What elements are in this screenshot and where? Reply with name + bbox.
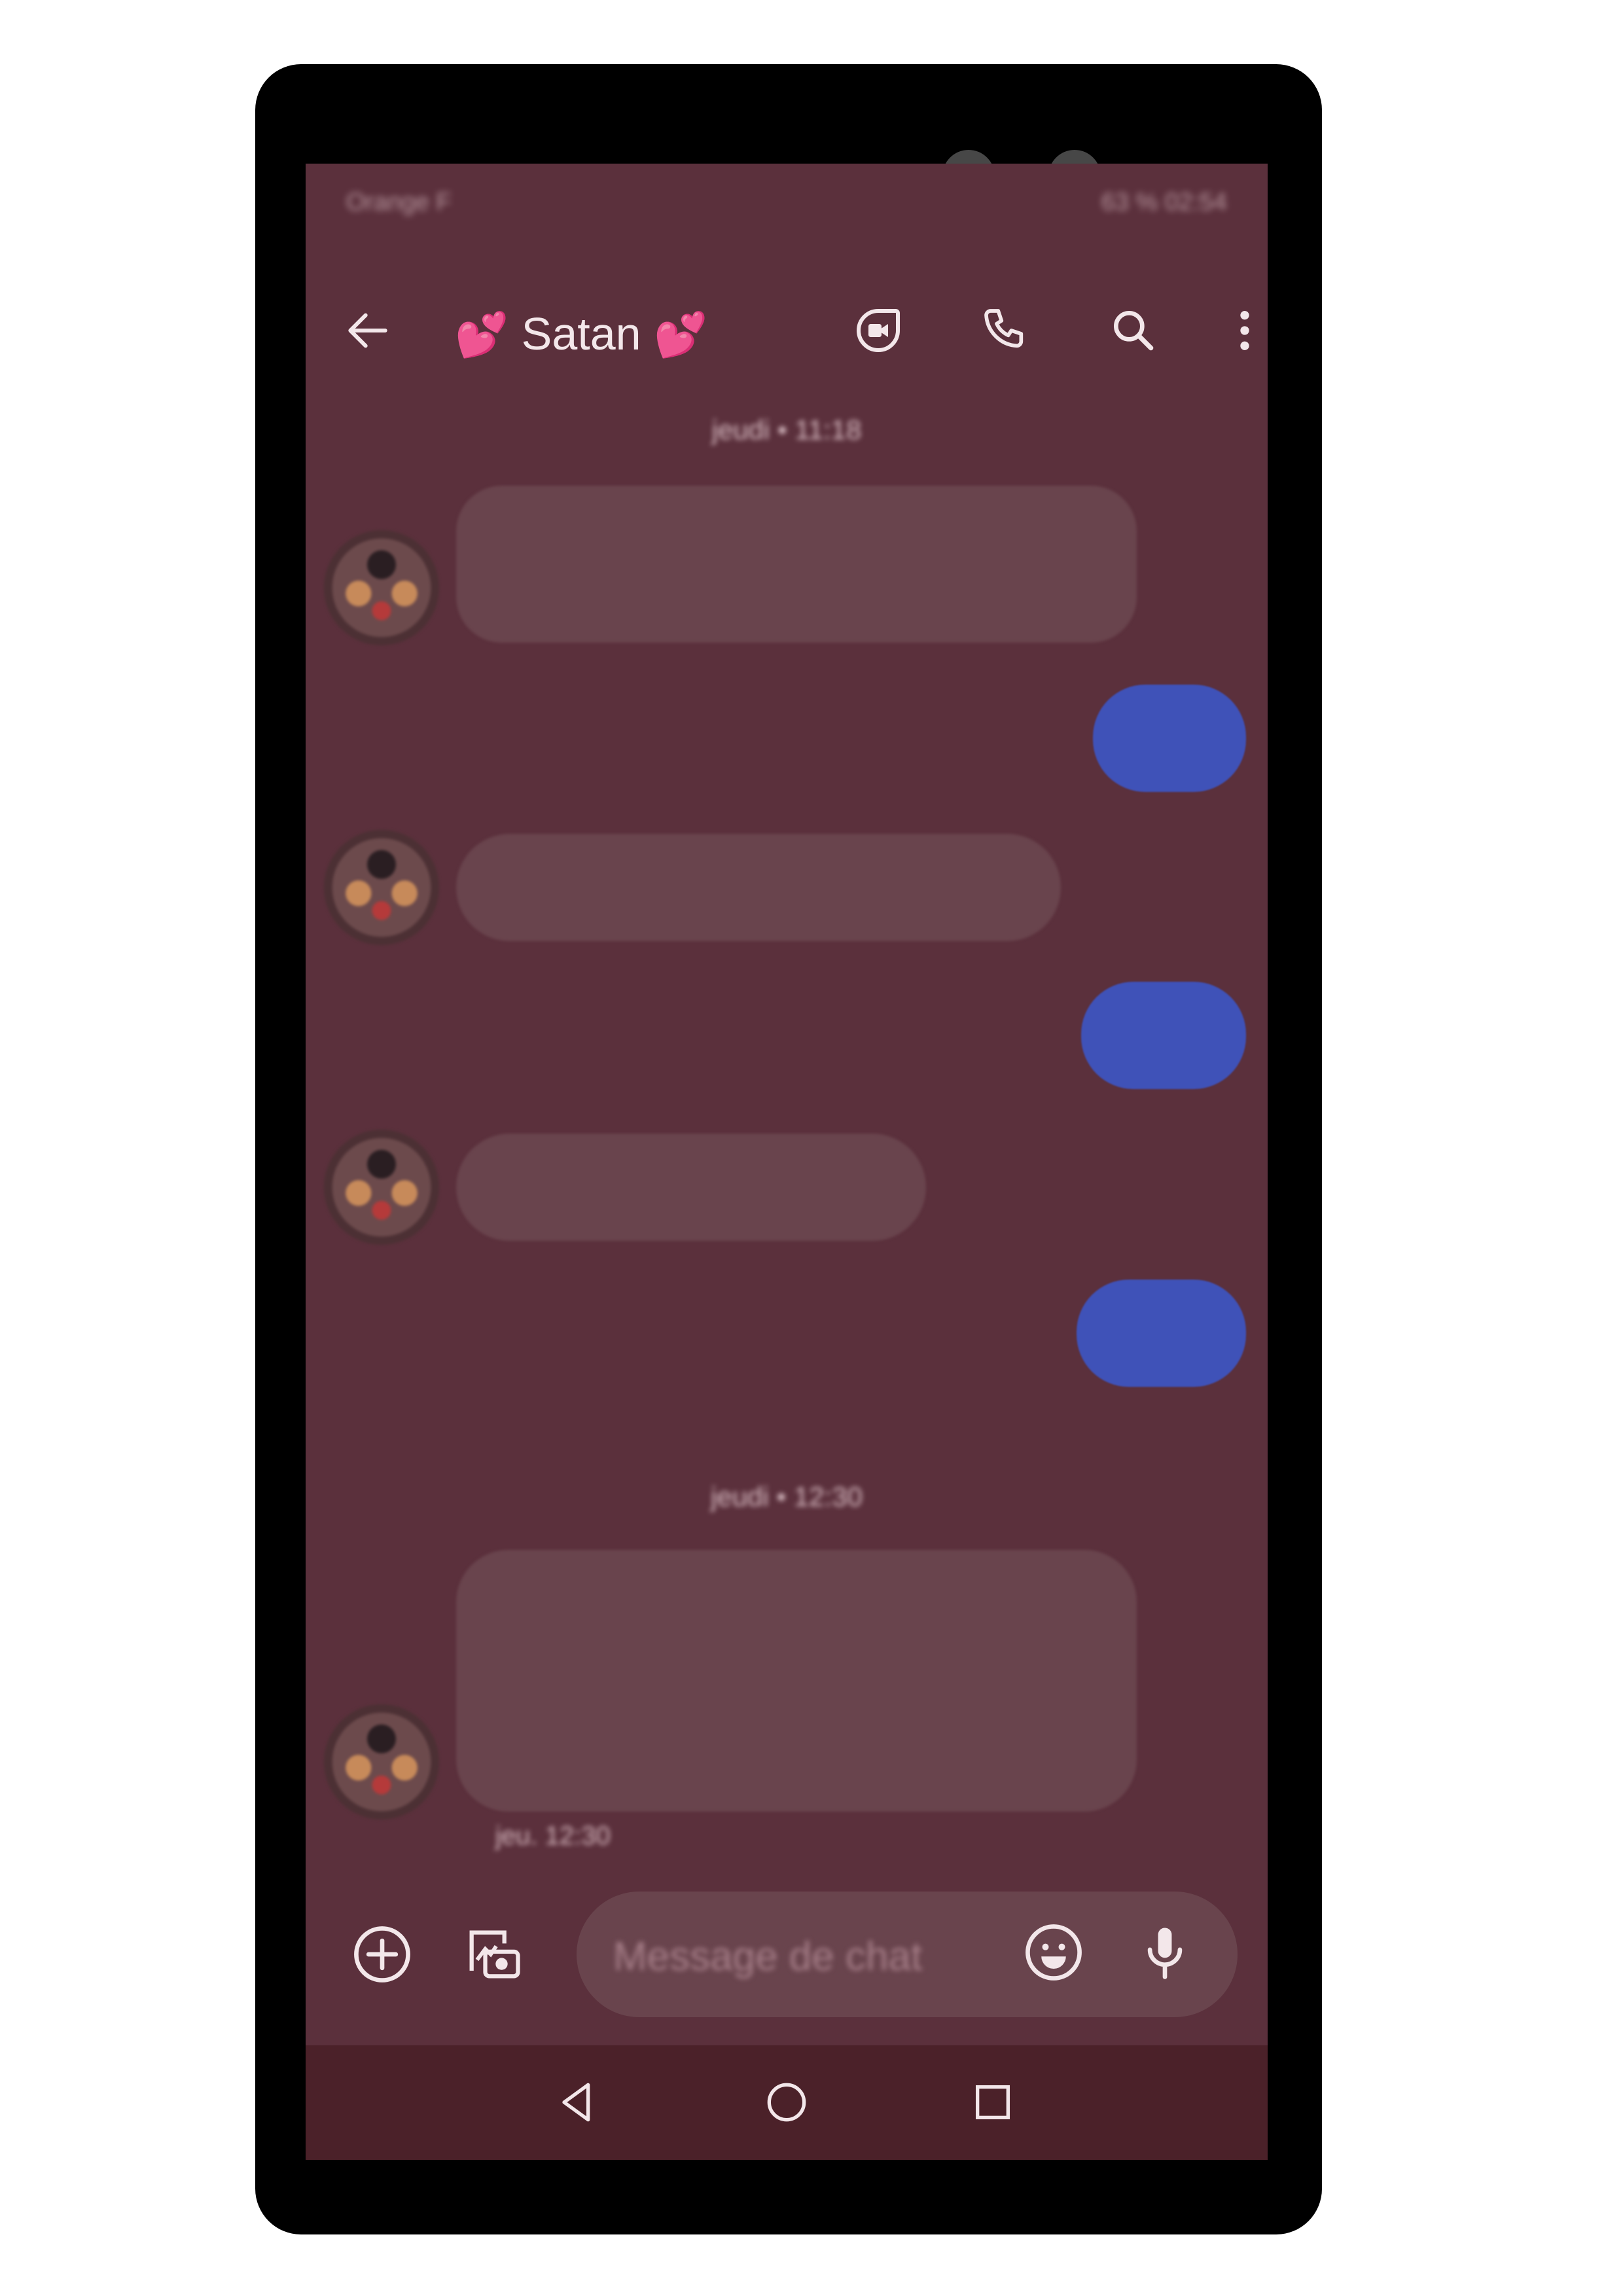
nav-back-icon xyxy=(562,2083,590,2122)
chat-header: 💕 Satan 💕 xyxy=(306,281,1268,380)
video-call-button[interactable] xyxy=(842,295,914,367)
chat-screen: Orange F 63 % 02:54 💕 Satan 💕 jeudi • 11… xyxy=(306,164,1268,2160)
status-battery-time: 63 % 02:54 xyxy=(1101,188,1227,216)
nav-back-button[interactable] xyxy=(548,2073,607,2132)
composer-bar: Message de chat xyxy=(306,1892,1268,2055)
phone-icon xyxy=(984,309,1024,348)
voice-input-button[interactable] xyxy=(1129,1916,1201,1988)
system-navigation-bar xyxy=(306,2045,1268,2160)
outgoing-message-bubble[interactable] xyxy=(1093,685,1246,792)
heart-emoji-left: 💕 xyxy=(455,310,509,360)
search-button[interactable] xyxy=(1097,295,1169,367)
contact-avatar[interactable] xyxy=(324,830,439,945)
incoming-message-bubble[interactable] xyxy=(456,1134,926,1241)
status-carrier: Orange F xyxy=(346,188,452,216)
date-separator: jeudi • 11:18 xyxy=(711,414,862,445)
status-bar: Orange F 63 % 02:54 xyxy=(306,164,1268,242)
add-attachment-button[interactable] xyxy=(346,1918,418,1990)
incoming-message-bubble[interactable] xyxy=(456,486,1137,643)
back-button[interactable] xyxy=(332,295,404,367)
conversation-title: 💕 Satan 💕 xyxy=(455,308,707,361)
emoji-icon xyxy=(1026,1924,1082,1981)
outgoing-message-bubble[interactable] xyxy=(1077,1280,1246,1387)
gallery-camera-icon xyxy=(469,1930,520,1979)
search-icon xyxy=(1114,311,1154,351)
date-separator: jeudi • 12:30 xyxy=(711,1481,863,1512)
phone-call-button[interactable] xyxy=(970,295,1042,367)
contact-avatar[interactable] xyxy=(324,530,439,645)
nav-recents-icon xyxy=(976,2085,1010,2119)
mic-icon xyxy=(1147,1928,1183,1979)
more-options-button[interactable] xyxy=(1209,295,1268,367)
outgoing-message-bubble[interactable] xyxy=(1081,982,1246,1089)
add-icon xyxy=(354,1926,410,1982)
incoming-message-bubble[interactable] xyxy=(456,834,1061,941)
back-arrow-icon xyxy=(348,313,387,348)
incoming-message-bubble[interactable] xyxy=(456,1550,1137,1812)
gallery-camera-button[interactable] xyxy=(457,1918,529,1990)
nav-recents-button[interactable] xyxy=(963,2073,1022,2132)
more-vert-icon xyxy=(1240,311,1249,350)
message-input-placeholder: Message de chat xyxy=(613,1934,923,1979)
contact-avatar[interactable] xyxy=(324,1130,439,1245)
contact-name: Satan xyxy=(521,308,641,359)
emoji-button[interactable] xyxy=(1018,1916,1090,1988)
contact-avatar[interactable] xyxy=(324,1704,439,1820)
message-timestamp: jeu. 12:30 xyxy=(495,1821,611,1850)
video-call-icon xyxy=(857,309,900,352)
nav-home-icon xyxy=(767,2083,806,2122)
nav-home-button[interactable] xyxy=(757,2073,816,2132)
heart-emoji-right: 💕 xyxy=(654,310,708,360)
